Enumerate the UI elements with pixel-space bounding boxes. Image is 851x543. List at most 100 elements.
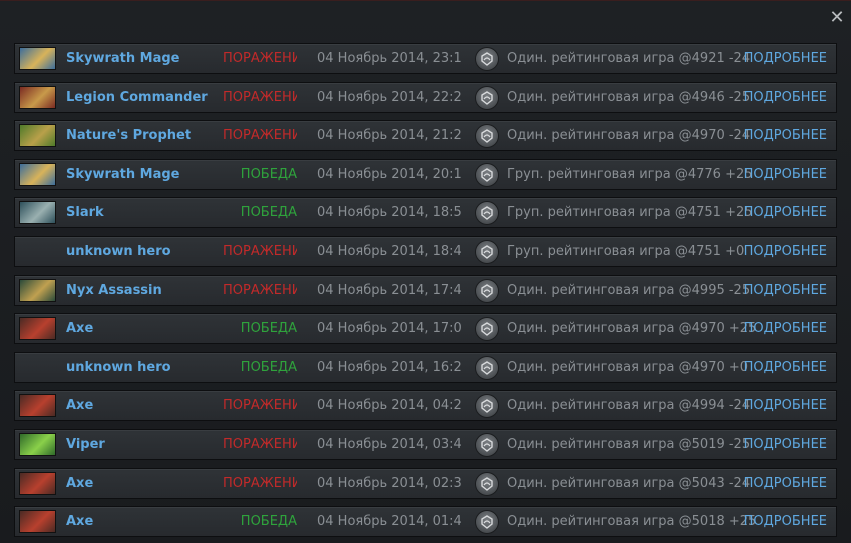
- close-icon[interactable]: ✕: [829, 9, 845, 27]
- game-mode: Груп. рейтинговая игра @4751 +25: [507, 205, 753, 221]
- hero-name[interactable]: unknown hero: [66, 360, 171, 375]
- match-result: ПОРАЖЕНИ: [223, 128, 297, 144]
- details-link[interactable]: ПОДРОБНЕЕ: [744, 476, 827, 491]
- match-result: ПОБЕДА: [240, 321, 297, 337]
- match-date: 04 Ноябрь 2014, 23:17:1: [317, 51, 461, 66]
- hero-name[interactable]: Axe: [66, 514, 93, 529]
- hero-portrait: [19, 47, 56, 70]
- details-link[interactable]: ПОДРОБНЕЕ: [744, 51, 827, 66]
- match-row[interactable]: Axe ПОРАЖЕНИ 04 Ноябрь 2014, 02:33:0 Оди…: [14, 467, 837, 499]
- ranked-mode-icon: [476, 125, 498, 148]
- hero-name[interactable]: Axe: [66, 321, 93, 336]
- match-row[interactable]: Axe ПОБЕДА 04 Ноябрь 2014, 17:04:0 Один.…: [14, 313, 837, 345]
- game-mode: Один. рейтинговая игра @4995 -25: [507, 282, 751, 298]
- match-result: ПОРАЖЕНИ: [223, 436, 297, 452]
- hero-portrait: [19, 240, 56, 263]
- details-link[interactable]: ПОДРОБНЕЕ: [744, 90, 827, 105]
- details-link[interactable]: ПОДРОБНЕЕ: [744, 514, 827, 529]
- hero-name[interactable]: Skywrath Mage: [66, 167, 180, 182]
- match-date: 04 Ноябрь 2014, 21:20:0: [317, 128, 461, 144]
- hero-portrait: [19, 356, 56, 379]
- match-date: 04 Ноябрь 2014, 22:22:2: [317, 89, 461, 105]
- game-mode: Один. рейтинговая игра @4970 +0: [507, 359, 749, 375]
- game-mode: Один. рейтинговая игра @4970 +25: [507, 321, 757, 337]
- hero-name[interactable]: Legion Commander: [66, 90, 208, 105]
- details-link[interactable]: ПОДРОБНЕЕ: [744, 437, 827, 452]
- match-date: 04 Ноябрь 2014, 01:47:2: [317, 514, 461, 530]
- match-result: ПОРАЖЕНИ: [223, 398, 297, 414]
- match-result: ПОРАЖЕНИ: [223, 282, 297, 298]
- match-date: 04 Ноябрь 2014, 16:26:5: [317, 359, 461, 375]
- match-result: ПОРАЖЕНИ: [223, 89, 297, 105]
- match-result: ПОРАЖЕНИ: [223, 475, 297, 491]
- hero-portrait: [19, 510, 56, 534]
- match-row[interactable]: Nature's Prophet ПОРАЖЕНИ 04 Ноябрь 2014…: [14, 120, 837, 152]
- match-date: 04 Ноябрь 2014, 17:04:0: [317, 321, 461, 337]
- hero-name[interactable]: Axe: [66, 476, 93, 491]
- ranked-mode-icon: [476, 86, 498, 109]
- ranked-mode-icon: [476, 395, 498, 418]
- game-mode: Один. рейтинговая игра @4946 -25: [507, 89, 751, 105]
- match-row[interactable]: Slark ПОБЕДА 04 Ноябрь 2014, 18:53:4 Гру…: [14, 197, 837, 229]
- game-mode: Один. рейтинговая игра @4970 -24: [507, 128, 751, 144]
- match-date: 04 Ноябрь 2014, 02:33:0: [317, 475, 461, 491]
- match-date: 04 Ноябрь 2014, 04:22:3: [317, 398, 461, 414]
- ranked-mode-icon: [476, 163, 498, 186]
- game-mode: Один. рейтинговая игра @4921 -24: [507, 51, 751, 66]
- match-row[interactable]: Viper ПОРАЖЕНИ 04 Ноябрь 2014, 03:42:2 О…: [14, 428, 837, 460]
- ranked-mode-icon: [476, 356, 498, 379]
- hero-name[interactable]: Skywrath Mage: [66, 51, 180, 66]
- game-mode: Груп. рейтинговая игра @4751 +0: [507, 243, 745, 259]
- game-mode: Груп. рейтинговая игра @4776 +25: [507, 166, 753, 182]
- match-result: ПОБЕДА: [240, 166, 297, 182]
- match-result: ПОРАЖЕНИ: [223, 243, 297, 259]
- match-result: ПОБЕДА: [240, 514, 297, 530]
- ranked-mode-icon: [476, 48, 498, 70]
- details-link[interactable]: ПОДРОБНЕЕ: [744, 244, 827, 259]
- hero-portrait: [19, 432, 56, 456]
- match-row[interactable]: Axe ПОБЕДА 04 Ноябрь 2014, 01:47:2 Один.…: [14, 506, 837, 538]
- ranked-mode-icon: [476, 472, 498, 495]
- hero-name[interactable]: Viper: [66, 437, 105, 452]
- hero-portrait: [19, 124, 56, 148]
- match-row[interactable]: Legion Commander ПОРАЖЕНИ 04 Ноябрь 2014…: [14, 81, 837, 113]
- details-link[interactable]: ПОДРОБНЕЕ: [744, 398, 827, 413]
- match-row[interactable]: Axe ПОРАЖЕНИ 04 Ноябрь 2014, 04:22:3 Оди…: [14, 390, 837, 422]
- match-result: ПОБЕДА: [240, 205, 297, 221]
- hero-name[interactable]: Axe: [66, 398, 93, 413]
- match-date: 04 Ноябрь 2014, 18:45:4: [317, 243, 461, 259]
- hero-portrait: [19, 317, 56, 341]
- game-mode: Один. рейтинговая игра @5019 -25: [507, 436, 751, 452]
- match-result: ПОРАЖЕНИ: [223, 51, 297, 66]
- match-row[interactable]: unknown hero ПОБЕДА 04 Ноябрь 2014, 16:2…: [14, 351, 837, 383]
- match-date: 04 Ноябрь 2014, 03:42:2: [317, 436, 461, 452]
- match-list: Skywrath Mage ПОРАЖЕНИ 04 Ноябрь 2014, 2…: [14, 43, 837, 543]
- game-mode: Один. рейтинговая игра @5018 +25: [507, 514, 757, 530]
- game-mode: Один. рейтинговая игра @4994 -24: [507, 398, 751, 414]
- match-history-window: ✕ Skywrath Mage ПОРАЖЕНИ 04 Ноябрь 2014,…: [0, 0, 851, 543]
- match-row[interactable]: Skywrath Mage ПОБЕДА 04 Ноябрь 2014, 20:…: [14, 158, 837, 190]
- hero-portrait: [19, 394, 56, 418]
- details-link[interactable]: ПОДРОБНЕЕ: [744, 360, 827, 375]
- hero-name[interactable]: unknown hero: [66, 244, 171, 259]
- details-link[interactable]: ПОДРОБНЕЕ: [744, 321, 827, 336]
- match-date: 04 Ноябрь 2014, 18:53:4: [317, 205, 461, 221]
- ranked-mode-icon: [476, 240, 498, 263]
- hero-name[interactable]: Slark: [66, 205, 104, 220]
- hero-portrait: [19, 162, 56, 186]
- match-row[interactable]: Nyx Assassin ПОРАЖЕНИ 04 Ноябрь 2014, 17…: [14, 274, 837, 306]
- ranked-mode-icon: [476, 511, 498, 534]
- match-date: 04 Ноябрь 2014, 20:19:2: [317, 166, 461, 182]
- match-row[interactable]: unknown hero ПОРАЖЕНИ 04 Ноябрь 2014, 18…: [14, 235, 837, 267]
- hero-portrait: [19, 85, 56, 109]
- hero-portrait: [19, 471, 56, 495]
- details-link[interactable]: ПОДРОБНЕЕ: [744, 205, 827, 220]
- hero-name[interactable]: Nyx Assassin: [66, 283, 162, 298]
- match-date: 04 Ноябрь 2014, 17:47:0: [317, 282, 461, 298]
- ranked-mode-icon: [476, 279, 498, 302]
- hero-name[interactable]: Nature's Prophet: [66, 128, 191, 143]
- details-link[interactable]: ПОДРОБНЕЕ: [744, 167, 827, 182]
- details-link[interactable]: ПОДРОБНЕЕ: [744, 283, 827, 298]
- details-link[interactable]: ПОДРОБНЕЕ: [744, 128, 827, 143]
- match-row[interactable]: Skywrath Mage ПОРАЖЕНИ 04 Ноябрь 2014, 2…: [14, 43, 837, 74]
